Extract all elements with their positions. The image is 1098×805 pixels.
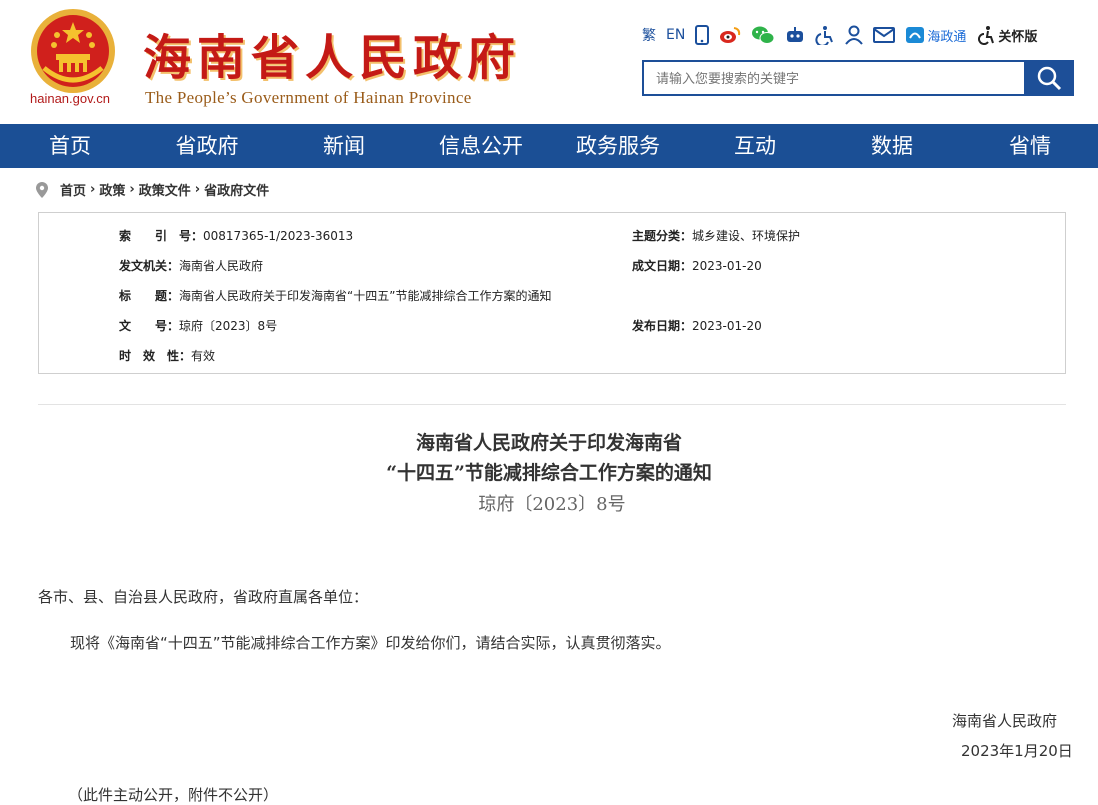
wechat-icon[interactable] bbox=[751, 23, 775, 47]
nav-data[interactable]: 数据 bbox=[822, 124, 962, 168]
breadcrumb-policy-documents[interactable]: 政策文件 bbox=[139, 180, 191, 199]
meta-title: 标 题：海南省人民政府关于印发海南省“十四五”节能减排综合工作方案的通知 bbox=[119, 287, 551, 304]
meta-publish-date-value: 2023-01-20 bbox=[692, 319, 762, 333]
meta-title-label: 标 题： bbox=[119, 289, 180, 303]
meta-doc-number-label: 文 号： bbox=[119, 319, 180, 333]
robot-icon[interactable] bbox=[785, 23, 805, 47]
breadcrumb-policy[interactable]: 政策 bbox=[99, 180, 125, 199]
nav-interaction[interactable]: 互动 bbox=[688, 124, 822, 168]
breadcrumb-separator: › bbox=[129, 182, 135, 197]
hzt-app-link[interactable]: 海政通 bbox=[927, 26, 966, 45]
breadcrumb: 首页 › 政策 › 政策文件 › 省政府文件 bbox=[36, 180, 269, 199]
utility-bar: 繁 EN 海政通 关怀版 bbox=[642, 22, 1037, 48]
meta-written-date-label: 成文日期： bbox=[632, 259, 693, 273]
search-input[interactable] bbox=[642, 60, 1024, 96]
meta-topic: 主题分类：城乡建设、环境保护 bbox=[632, 227, 800, 244]
meta-index-value: 00817365-1/2023-36013 bbox=[203, 229, 354, 243]
user-icon[interactable] bbox=[845, 23, 864, 47]
content-divider bbox=[38, 404, 1066, 405]
mobile-phone-icon[interactable] bbox=[695, 23, 710, 47]
traditional-chinese-link[interactable]: 繁 bbox=[642, 25, 656, 45]
meta-index-label: 索 引 号： bbox=[119, 229, 204, 243]
nav-province-overview[interactable]: 省情 bbox=[962, 124, 1098, 168]
breadcrumb-provincial-documents[interactable]: 省政府文件 bbox=[204, 180, 269, 199]
meta-doc-number: 文 号：琼府〔2023〕8号 bbox=[119, 317, 277, 334]
english-link[interactable]: EN bbox=[666, 27, 685, 43]
signature-issuer: 海南省人民政府 bbox=[952, 712, 1058, 730]
meta-index: 索 引 号：00817365-1/2023-36013 bbox=[119, 227, 353, 244]
meta-publish-date-label: 发布日期： bbox=[632, 319, 693, 333]
weibo-icon[interactable] bbox=[719, 23, 741, 47]
search-icon bbox=[1037, 66, 1062, 91]
nav-provincial-government[interactable]: 省政府 bbox=[140, 124, 274, 168]
site-title[interactable]: 海南省人民政府 bbox=[143, 18, 521, 88]
meta-topic-label: 主题分类： bbox=[632, 229, 693, 243]
nav-government-services[interactable]: 政务服务 bbox=[548, 124, 688, 168]
meta-issuer-label: 发文机关： bbox=[119, 259, 180, 273]
nav-home[interactable]: 首页 bbox=[0, 124, 140, 168]
meta-written-date: 成文日期：2023-01-20 bbox=[632, 257, 762, 274]
document-title-line2: “十四五”节能减排综合工作方案的通知 bbox=[386, 462, 712, 484]
meta-issuer: 发文机关：海南省人民政府 bbox=[119, 257, 263, 274]
document-number: 琼府〔2023〕8号 bbox=[478, 494, 626, 515]
site-header: hainan.gov.cn 海南省人民政府 The People’s Gover… bbox=[0, 0, 1098, 124]
breadcrumb-home[interactable]: 首页 bbox=[60, 180, 86, 199]
meta-validity: 时 效 性：有效 bbox=[119, 347, 215, 364]
meta-topic-value: 城乡建设、环境保护 bbox=[692, 229, 801, 243]
body-paragraph: 现将《海南省“十四五”节能减排综合工作方案》印发给你们，请结合实际，认真贯彻落实… bbox=[70, 634, 671, 652]
document-metadata-box: 索 引 号：00817365-1/2023-36013 主题分类：城乡建设、环境… bbox=[38, 212, 1066, 374]
search-bar bbox=[642, 60, 1074, 96]
breadcrumb-separator: › bbox=[194, 182, 201, 197]
accessibility-icon[interactable] bbox=[815, 23, 835, 47]
search-button[interactable] bbox=[1024, 60, 1074, 96]
meta-validity-value: 有效 bbox=[191, 349, 216, 363]
site-subtitle: The People’s Government of Hainan Provin… bbox=[145, 88, 472, 107]
nav-news[interactable]: 新闻 bbox=[274, 124, 414, 168]
meta-validity-label: 时 效 性： bbox=[119, 349, 192, 363]
location-pin-icon bbox=[36, 181, 48, 198]
hzt-app-icon[interactable] bbox=[905, 23, 925, 47]
salutation: 各市、县、自治县人民政府，省政府直属各单位： bbox=[38, 588, 369, 606]
meta-doc-number-value: 琼府〔2023〕8号 bbox=[179, 319, 278, 333]
care-mode-icon[interactable] bbox=[976, 23, 996, 47]
meta-publish-date: 发布日期：2023-01-20 bbox=[632, 317, 762, 334]
meta-issuer-value: 海南省人民政府 bbox=[179, 259, 264, 273]
meta-written-date-value: 2023-01-20 bbox=[692, 259, 762, 273]
signature-date: 2023年1月20日 bbox=[961, 742, 1073, 760]
meta-title-value: 海南省人民政府关于印发海南省“十四五”节能减排综合工作方案的通知 bbox=[179, 289, 552, 303]
breadcrumb-separator: › bbox=[90, 182, 96, 197]
nav-information-disclosure[interactable]: 信息公开 bbox=[414, 124, 548, 168]
document-title-line1: 海南省人民政府关于印发海南省 bbox=[415, 432, 682, 454]
mail-icon[interactable] bbox=[873, 23, 896, 47]
site-domain: hainan.gov.cn bbox=[30, 91, 110, 106]
care-mode-link[interactable]: 关怀版 bbox=[998, 26, 1037, 45]
national-emblem-logo[interactable] bbox=[30, 8, 116, 94]
main-nav: 首页 省政府 新闻 信息公开 政务服务 互动 数据 省情 bbox=[0, 124, 1098, 168]
